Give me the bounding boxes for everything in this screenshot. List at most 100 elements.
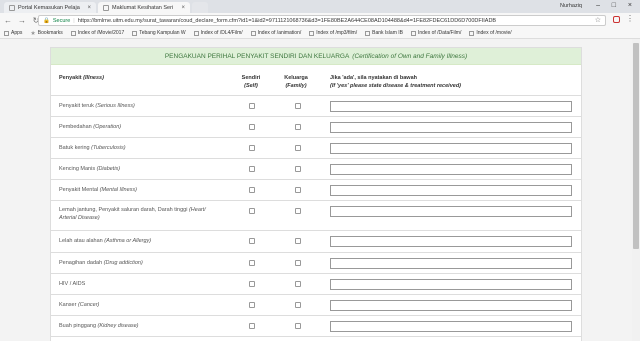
illness-name: Lelah atau alahan [59,238,103,244]
details-input[interactable] [330,321,572,332]
column-title: Penyakit [59,75,82,81]
table-row: Batuk kering (Tuberculosis) [51,137,581,158]
page-icon [70,30,76,36]
bookmarks-link[interactable]: ★ Bookmarks [30,30,62,37]
forward-icon[interactable]: → [18,16,26,25]
page-icon [250,30,256,36]
self-checkbox[interactable] [249,124,255,130]
illness-name: Penyakit Mental [59,187,99,193]
back-icon[interactable]: ← [4,16,12,25]
details-input[interactable] [330,164,572,175]
page-icon [365,30,371,36]
illness-name-en: (Mental Illness) [99,187,137,193]
close-tab-icon[interactable]: × [181,5,185,11]
details-input[interactable] [330,101,572,112]
illness-name: Lemah jantung, Penyakit saluran darah, D… [59,207,188,213]
family-checkbox[interactable] [295,302,301,308]
bookmark-label: Apps [11,30,23,36]
illness-label: HIV / AIDS [59,280,224,288]
bookmark-item[interactable]: Index of /movie/ [469,30,512,36]
illness-name: HIV / AIDS [59,281,86,287]
illness-label: Kanser (Cancer) [59,301,224,309]
self-checkbox[interactable] [249,166,255,172]
details-input[interactable] [330,185,572,196]
address-bar[interactable]: 🔒 Secure | https://bmlrne.uitm.edu.my/su… [38,15,606,26]
self-checkbox[interactable] [249,260,255,266]
new-tab-button[interactable] [192,2,208,13]
details-input[interactable] [330,143,572,154]
family-checkbox[interactable] [295,124,301,130]
details-input[interactable] [330,206,572,217]
table-row: Pembedahan (Operation) [51,116,581,137]
self-checkbox[interactable] [249,302,255,308]
column-title: Keluarga [284,75,308,81]
illness-label: Penyakit teruk (Serious Illness) [59,102,224,110]
profile-name[interactable]: Nurhaziq [560,3,582,9]
bookmark-label: Index of /animation/ [257,30,302,36]
illness-name-en: (Kidney disease) [97,323,139,329]
bookmark-item[interactable]: Index of /mp3/film/ [309,30,357,36]
page-icon [193,30,199,36]
extension-icon[interactable] [613,16,620,23]
bookmark-item[interactable]: Index of /Movie/2017 [70,30,124,36]
details-input[interactable] [330,279,572,290]
illness-label: Pembedahan (Operation) [59,123,224,131]
column-title-en: (Family) [285,83,307,89]
bookmark-item[interactable]: Index of /animation/ [250,30,302,36]
bookmarks-bar: Apps ★ Bookmarks Index of /Movie/2017 Teb… [0,28,640,39]
vertical-scrollbar[interactable] [632,39,640,341]
lock-icon: 🔒 [43,17,50,24]
self-checkbox[interactable] [249,103,255,109]
family-checkbox[interactable] [295,208,301,214]
details-input[interactable] [330,236,572,247]
apps-bookmark[interactable]: Apps [4,30,22,36]
family-checkbox[interactable] [295,103,301,109]
family-checkbox[interactable] [295,260,301,266]
details-input[interactable] [330,122,572,133]
scrollbar-thumb[interactable] [633,43,639,249]
self-checkbox[interactable] [249,281,255,287]
bookmark-label: Index of /movie/ [476,30,512,36]
self-checkbox[interactable] [249,208,255,214]
family-checkbox[interactable] [295,281,301,287]
bookmark-item[interactable]: Bank Islam IB [365,30,403,36]
details-input[interactable] [330,258,572,269]
apps-grid-icon [4,30,9,36]
family-checkbox[interactable] [295,187,301,193]
column-header-illness: Penyakit (Illness) [59,74,104,82]
family-checkbox[interactable] [295,238,301,244]
table-row: Buah pinggang (Kidney disease) [51,315,581,336]
bookmark-item[interactable]: Index of /DL4/Film/ [193,30,243,36]
browser-tab-maklumat[interactable]: Maklumat Kesihatan Seri × [98,2,190,13]
bookmark-star-icon[interactable]: ☆ [595,16,601,24]
maximize-icon[interactable]: □ [612,2,616,9]
column-title-en: (Illness) [83,75,104,81]
illness-name-en: (Diabetis) [96,166,121,172]
family-checkbox[interactable] [295,145,301,151]
browser-tab-portal[interactable]: Portal Kemasukan Pelaja × [4,2,96,13]
column-title-en: (If 'yes' please state disease & treatme… [330,83,462,89]
family-checkbox[interactable] [295,166,301,172]
bookmark-item[interactable]: Index of /Data/Film/ [410,30,462,36]
minimize-icon[interactable]: – [596,2,600,9]
table-row: Lemah jantung, Penyakit saluran darah, D… [51,200,581,230]
self-checkbox[interactable] [249,323,255,329]
illness-name: Buah pinggang [59,323,97,329]
bookmark-label: Tebang Kampulan W [139,30,186,36]
column-title: Jika 'ada', sila nyatakan di bawah [330,75,417,81]
self-checkbox[interactable] [249,187,255,193]
illness-table-body: Penyakit teruk (Serious Illness) Pembedah… [51,95,581,341]
menu-icon[interactable]: ⋮ [626,14,634,23]
bookmark-item[interactable]: Tebang Kampulan W [132,30,186,36]
close-tab-icon[interactable]: × [87,5,91,11]
column-header-self: Sendiri (Self) [239,74,263,90]
family-checkbox[interactable] [295,323,301,329]
browser-toolbar: ← → ↻ 🔒 Secure | https://bmlrne.uitm.edu… [0,13,640,28]
bookmark-label: Index of /DL4/Film/ [200,30,243,36]
details-input[interactable] [330,300,572,311]
self-checkbox[interactable] [249,238,255,244]
bookmark-label: Index of /Data/Film/ [417,30,462,36]
self-checkbox[interactable] [249,145,255,151]
illness-name-en: (Serious Illness) [95,103,135,109]
close-window-icon[interactable]: × [628,2,632,9]
